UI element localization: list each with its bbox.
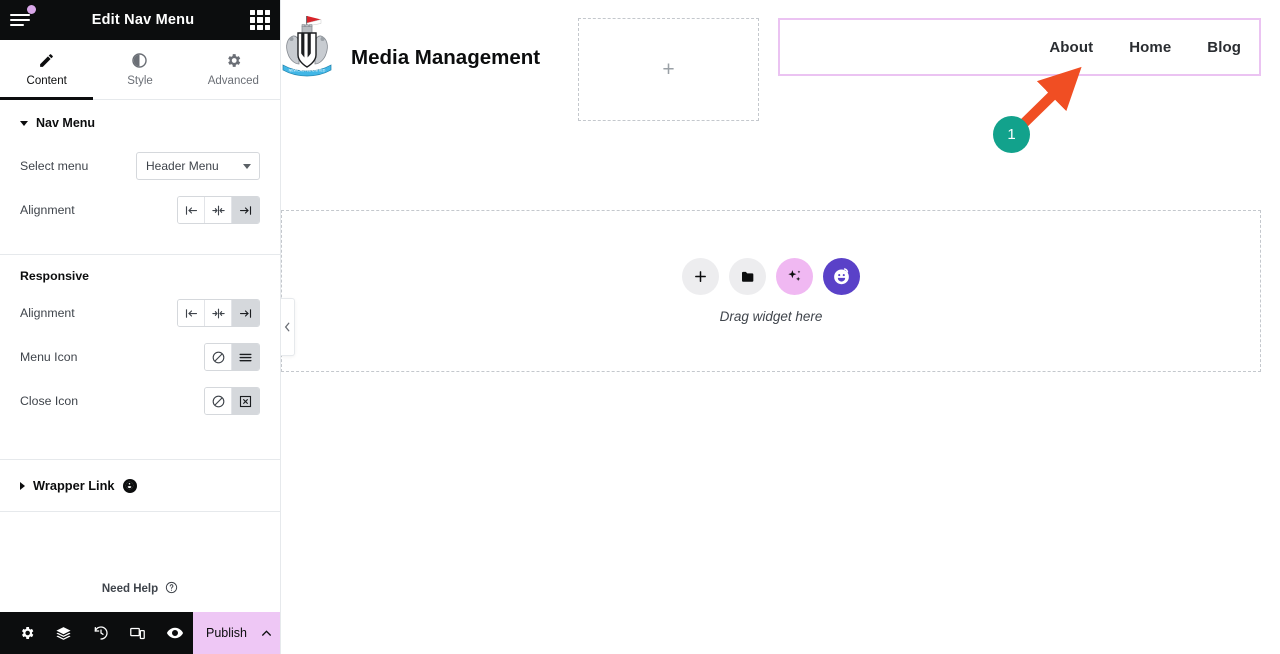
align-right-button[interactable] <box>232 197 259 223</box>
annotation-step-number: 1 <box>1007 126 1016 143</box>
plus-icon: + <box>662 58 675 81</box>
panel-tabs: Content Style Advanced <box>0 40 280 100</box>
menu-icon-label: Menu Icon <box>20 350 78 364</box>
drop-zone-label: Drag widget here <box>719 309 823 324</box>
elementor-editor: Edit Nav Menu Content Style Advanced Nav… <box>0 0 1280 654</box>
section-nav-menu-header[interactable]: Nav Menu <box>0 100 280 144</box>
section-nav-menu-title: Nav Menu <box>36 116 96 130</box>
need-help-link[interactable]: Need Help <box>0 567 280 611</box>
section-wrapper-link-header[interactable]: Wrapper Link <box>0 460 280 493</box>
chevron-down-icon <box>243 163 251 169</box>
tab-content[interactable]: Content <box>0 40 94 100</box>
control-responsive-alignment: Alignment <box>0 291 280 335</box>
site-title: Media Management <box>351 46 541 69</box>
empty-widget-slot[interactable]: + <box>578 18 759 121</box>
widget-drop-zone[interactable]: Drag widget here <box>281 210 1261 372</box>
publish-button-label: Publish <box>206 626 247 640</box>
close-icon-none-button[interactable] <box>205 388 232 414</box>
align-left-button[interactable] <box>178 197 205 223</box>
nav-menu-widget[interactable]: About Home Blog <box>778 18 1261 76</box>
menu-icon-button-group <box>204 343 260 371</box>
select-menu-label: Select menu <box>20 159 89 173</box>
notification-dot <box>27 5 36 14</box>
tab-advanced-label: Advanced <box>207 75 259 87</box>
control-alignment: Alignment <box>0 188 280 232</box>
tab-advanced[interactable]: Advanced <box>187 40 280 99</box>
control-select-menu: Select menu Header Menu <box>0 144 280 188</box>
preview-eye-icon[interactable] <box>156 612 193 654</box>
close-icon-button-group <box>204 387 260 415</box>
panel-body: Nav Menu Select menu Header Menu Alignme… <box>0 100 280 612</box>
responsive-title: Responsive <box>20 269 90 283</box>
ai-generate-button[interactable] <box>776 258 813 295</box>
nav-item-home[interactable]: Home <box>1111 39 1189 56</box>
add-widget-emoji-button[interactable] <box>823 258 860 295</box>
chevron-down-icon <box>20 120 28 126</box>
control-menu-icon: Menu Icon <box>0 335 280 379</box>
add-element-button[interactable] <box>682 258 719 295</box>
pencil-icon <box>38 52 55 69</box>
responsive-alignment-label: Alignment <box>20 306 75 320</box>
close-icon-label: Close Icon <box>20 394 79 408</box>
panel-header: Edit Nav Menu <box>0 0 280 40</box>
svg-text:NEWCASTLE UNITED: NEWCASTLE UNITED <box>289 69 326 73</box>
control-close-icon: Close Icon <box>0 379 280 423</box>
responsive-align-left-button[interactable] <box>178 300 205 326</box>
align-center-button[interactable] <box>205 197 232 223</box>
navigator-layers-icon[interactable] <box>45 612 82 654</box>
annotation-step-badge: 1 <box>993 116 1030 153</box>
responsive-align-center-button[interactable] <box>205 300 232 326</box>
menu-icon-none-button[interactable] <box>205 344 232 370</box>
publish-button[interactable]: Publish <box>193 612 280 654</box>
tab-content-label: Content <box>26 75 67 87</box>
alignment-button-group <box>177 196 260 224</box>
question-circle-icon <box>165 581 178 597</box>
hamburger-menu-icon[interactable] <box>10 5 36 33</box>
panel-footer: Publish <box>0 612 280 654</box>
alignment-label: Alignment <box>20 203 75 217</box>
nav-item-blog[interactable]: Blog <box>1189 39 1243 56</box>
close-icon-xbox-button[interactable] <box>232 388 259 414</box>
add-template-button[interactable] <box>729 258 766 295</box>
responsive-mode-icon[interactable] <box>119 612 156 654</box>
pro-badge-icon <box>122 478 137 493</box>
apps-grid-icon[interactable] <box>250 10 270 30</box>
footer-icon-group <box>0 612 193 654</box>
editor-panel: Edit Nav Menu Content Style Advanced Nav… <box>0 0 281 654</box>
section-divider <box>0 511 280 512</box>
chevron-up-icon[interactable] <box>252 627 280 640</box>
section-wrapper-link-title: Wrapper Link <box>33 478 115 493</box>
nav-item-about[interactable]: About <box>1031 39 1111 56</box>
responsive-heading-row: Responsive <box>0 255 280 291</box>
gear-icon <box>225 52 242 69</box>
tab-style-label: Style <box>127 75 153 87</box>
responsive-align-right-button[interactable] <box>232 300 259 326</box>
editor-canvas: NEWCASTLE UNITED Media Management + Abou… <box>281 0 1280 654</box>
responsive-alignment-button-group <box>177 299 260 327</box>
history-icon[interactable] <box>82 612 119 654</box>
menu-icon-hamburger-button[interactable] <box>232 344 259 370</box>
site-crest-logo[interactable]: NEWCASTLE UNITED <box>281 12 335 78</box>
panel-title: Edit Nav Menu <box>91 12 195 28</box>
need-help-label: Need Help <box>101 583 159 595</box>
panel-collapse-handle[interactable] <box>281 298 295 356</box>
tab-style[interactable]: Style <box>93 40 186 99</box>
chevron-right-icon <box>20 481 25 490</box>
select-menu-value: Header Menu <box>146 159 219 173</box>
select-menu-dropdown[interactable]: Header Menu <box>136 152 260 180</box>
settings-gear-icon[interactable] <box>8 612 45 654</box>
drop-zone-buttons <box>682 258 860 295</box>
contrast-circle-icon <box>131 52 148 69</box>
